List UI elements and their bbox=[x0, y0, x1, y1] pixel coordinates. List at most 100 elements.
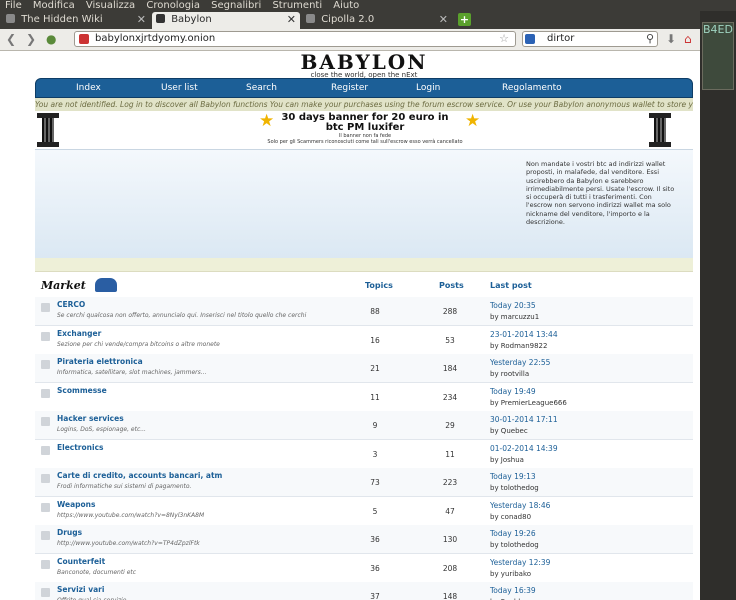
ad-banner[interactable]: ★ 30 days banner for 20 euro in btc PM l… bbox=[35, 111, 693, 149]
last-post-author[interactable]: by Rodman9822 bbox=[490, 342, 547, 350]
last-post-date[interactable]: Yesterday 22:55 bbox=[490, 358, 550, 367]
forum-description: https://www.youtube.com/watch?v=8Nyl3nKA… bbox=[57, 511, 205, 519]
last-post-date[interactable]: Today 20:35 bbox=[490, 301, 536, 310]
forum-name[interactable]: Pirateria elettronica bbox=[57, 357, 143, 366]
forum-row[interactable]: Drugs http://www.youtube.com/watch?v=TP4d… bbox=[35, 525, 693, 554]
menu-search[interactable]: Search bbox=[246, 82, 277, 94]
last-post-date[interactable]: Today 19:13 bbox=[490, 472, 536, 481]
column-topics: Topics bbox=[365, 281, 393, 290]
topics-count: 5 bbox=[372, 506, 378, 516]
last-post-date[interactable]: Yesterday 12:39 bbox=[490, 558, 550, 567]
close-icon[interactable]: ✕ bbox=[439, 12, 448, 28]
menu-visualizza[interactable]: Visualizza bbox=[86, 0, 135, 11]
forum-row[interactable]: Weapons https://www.youtube.com/watch?v=8… bbox=[35, 496, 693, 526]
forum-row[interactable]: Scommesse 11 234 Today 19:49 by PremierLeagu… bbox=[35, 382, 693, 412]
close-icon[interactable]: ✕ bbox=[137, 12, 146, 28]
forum-name[interactable]: CERCO bbox=[57, 300, 85, 309]
column-posts: Posts bbox=[439, 281, 464, 290]
download-icon[interactable]: ⬇ bbox=[666, 31, 676, 47]
search-icon[interactable]: ⚲ bbox=[646, 32, 654, 46]
menu-cronologia[interactable]: Cronologia bbox=[146, 0, 200, 11]
last-post-author[interactable]: by Quebec bbox=[490, 427, 528, 435]
forum-name[interactable]: Carte di credito, accounts bancari, atm bbox=[57, 471, 222, 480]
last-post-author[interactable]: by rootvilla bbox=[490, 370, 529, 378]
last-post-author[interactable]: by marcuzzu1 bbox=[490, 313, 539, 321]
search-engine-icon[interactable] bbox=[525, 34, 535, 44]
forum-name[interactable]: Drugs bbox=[57, 528, 82, 537]
last-post-author[interactable]: by yuribako bbox=[490, 570, 531, 578]
menu-file[interactable]: File bbox=[5, 0, 22, 11]
search-input[interactable]: dirtor bbox=[547, 32, 574, 46]
bookmark-star-icon[interactable]: ☆ bbox=[499, 32, 509, 46]
arrow-left-icon[interactable]: ❮ bbox=[6, 31, 16, 47]
menu-segnalibri[interactable]: Segnalibri bbox=[211, 0, 261, 11]
last-post-date[interactable]: Yesterday 18:46 bbox=[490, 501, 550, 510]
menu-aiuto[interactable]: Aiuto bbox=[333, 0, 359, 11]
last-post-date[interactable]: 30-01-2014 17:11 bbox=[490, 415, 558, 424]
last-post-author[interactable]: by Joshua bbox=[490, 456, 524, 464]
tab-hidden-wiki[interactable]: The Hidden Wiki ✕ bbox=[2, 12, 150, 29]
last-post-date[interactable]: 23-01-2014 13:44 bbox=[490, 330, 558, 339]
forum-row[interactable]: Exchanger Sezione per chi vende/compra bi… bbox=[35, 325, 693, 355]
forum-row[interactable]: Servizi variOffrite qual sia servizio371… bbox=[35, 582, 693, 600]
forum-row[interactable]: Carte di credito, accounts bancari, atm F… bbox=[35, 468, 693, 497]
tab-babylon[interactable]: Babylon ✕ bbox=[152, 12, 300, 29]
forum-name[interactable]: Weapons bbox=[57, 500, 95, 509]
topics-count: 3 bbox=[372, 449, 378, 459]
tab-label: The Hidden Wiki bbox=[21, 14, 103, 25]
last-post-date[interactable]: 01-02-2014 14:39 bbox=[490, 444, 558, 453]
forum-name[interactable]: Servizi vari bbox=[57, 585, 104, 594]
last-post-date[interactable]: Today 16:39 bbox=[490, 586, 536, 595]
forum-name[interactable]: Electronics bbox=[57, 443, 103, 452]
forum-status-icon bbox=[41, 360, 50, 369]
banner-title: 30 days banner for 20 euro in btc PM lux… bbox=[281, 112, 449, 133]
site-logo[interactable]: BABYLON close the world, open the nExt bbox=[278, 51, 450, 81]
last-post-author[interactable]: by tolothedog bbox=[490, 541, 539, 549]
forum-row[interactable]: Electronics 3 11 01-02-2014 14:39 by Joshua bbox=[35, 439, 693, 469]
column-last-post: Last post bbox=[490, 281, 532, 290]
menu-strumenti[interactable]: Strumenti bbox=[272, 0, 322, 11]
forum-status-icon bbox=[41, 502, 50, 512]
posts-count: 148 bbox=[442, 592, 458, 600]
forum-row[interactable]: Counterfeit Banconote, documenti etc 36 208… bbox=[35, 553, 693, 583]
arrow-right-icon[interactable]: ❯ bbox=[26, 31, 36, 47]
menu-register[interactable]: Register bbox=[331, 82, 368, 94]
forum-row[interactable]: CERCO Se cerchi qualcosa non offerto, ann… bbox=[35, 297, 693, 326]
home-icon[interactable]: ⌂ bbox=[684, 31, 692, 47]
new-tab-button[interactable]: + bbox=[458, 13, 471, 26]
forum-name[interactable]: Exchanger bbox=[57, 329, 101, 338]
last-post-date[interactable]: Today 19:26 bbox=[490, 529, 536, 538]
last-post-author[interactable]: by conad80 bbox=[490, 513, 531, 521]
forum-row[interactable]: Pirateria elettronica Informatica, satell… bbox=[35, 354, 693, 383]
search-bar[interactable]: dirtor ⚲ bbox=[522, 31, 658, 47]
forum-row[interactable]: Hacker services Logins, DoS, espionage, e… bbox=[35, 411, 693, 440]
topics-count: 11 bbox=[370, 392, 380, 402]
menu-index[interactable]: Index bbox=[76, 82, 101, 94]
topics-count: 37 bbox=[370, 592, 380, 600]
last-post-date[interactable]: Today 19:49 bbox=[490, 387, 536, 396]
onion-icon[interactable]: ● bbox=[46, 31, 56, 47]
page-icon bbox=[306, 14, 315, 23]
market-forum-table: Market Topics Posts Last post CERCO Se ce… bbox=[35, 275, 693, 600]
forum-status-icon bbox=[41, 331, 50, 341]
menu-login[interactable]: Login bbox=[416, 82, 440, 94]
menu-modifica[interactable]: Modifica bbox=[33, 0, 75, 11]
forum-name[interactable]: Counterfeit bbox=[57, 557, 105, 566]
topics-count: 36 bbox=[370, 563, 380, 573]
forum-description: Frodi informatiche sui sistemi di pagame… bbox=[57, 483, 192, 490]
star-icon: ★ bbox=[259, 111, 275, 131]
menu-user-list[interactable]: User list bbox=[161, 82, 198, 94]
url-bar[interactable]: babylonxjrtdyomy.onion ☆ bbox=[74, 31, 516, 47]
close-icon[interactable]: ✕ bbox=[287, 12, 296, 28]
posts-count: 53 bbox=[445, 335, 455, 345]
last-post-author[interactable]: by PremierLeague666 bbox=[490, 399, 567, 407]
menu-regolamento[interactable]: Regolamento bbox=[502, 82, 562, 94]
posts-count: 29 bbox=[445, 421, 455, 430]
last-post-author[interactable]: by tolothedog bbox=[490, 484, 539, 492]
category-title[interactable]: Market bbox=[41, 279, 86, 292]
tab-cipolla[interactable]: Cipolla 2.0 ✕ bbox=[302, 12, 452, 29]
tab-label: Cipolla 2.0 bbox=[321, 14, 375, 25]
logo-text: BABYLON bbox=[300, 51, 428, 74]
forum-name[interactable]: Hacker services bbox=[57, 414, 124, 423]
forum-name[interactable]: Scommesse bbox=[57, 386, 107, 395]
